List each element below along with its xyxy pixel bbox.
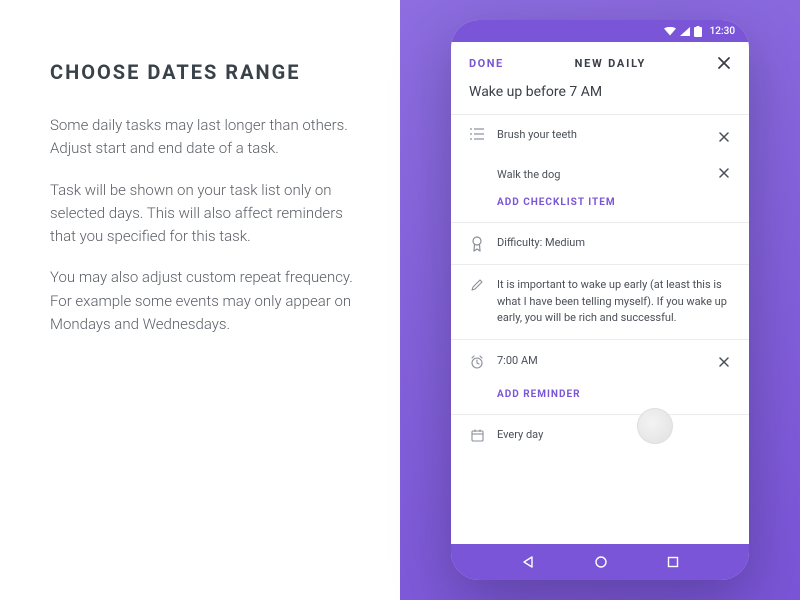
info-paragraph: Task will be shown on your task list onl…	[50, 179, 360, 249]
calendar-icon	[469, 428, 485, 442]
difficulty-label: Difficulty: Medium	[497, 235, 731, 252]
wifi-icon	[664, 27, 676, 36]
nav-recent-button[interactable]	[667, 556, 679, 568]
add-reminder-button[interactable]: ADD REMINDER	[469, 383, 731, 414]
note-section: It is important to wake up early (at lea…	[451, 265, 749, 340]
phone-frame: 12:30 DONE NEW DAILY Wake up before 7 AM…	[451, 20, 749, 580]
done-button[interactable]: DONE	[469, 57, 504, 70]
close-icon	[719, 357, 729, 367]
note-row[interactable]: It is important to wake up early (at lea…	[469, 265, 731, 339]
reminder-section: 7:00 AM ADD REMINDER	[451, 340, 749, 415]
close-icon	[719, 168, 729, 178]
square-recent-icon	[667, 556, 679, 568]
info-paragraph: Some daily tasks may last longer than ot…	[50, 114, 360, 161]
status-bar: 12:30	[451, 20, 749, 42]
remove-checklist-item-button[interactable]	[719, 127, 731, 146]
task-title-input[interactable]: Wake up before 7 AM	[451, 78, 749, 115]
nav-back-button[interactable]	[521, 555, 535, 569]
repeat-row[interactable]: Every day	[469, 415, 731, 456]
close-icon	[719, 132, 729, 142]
form-scroll[interactable]: Brush your teeth Walk the dog ADD CHECKL…	[451, 115, 749, 544]
remove-checklist-item-button[interactable]	[719, 168, 731, 181]
remove-reminder-button[interactable]	[719, 352, 731, 371]
add-checklist-item-button[interactable]: ADD CHECKLIST ITEM	[469, 191, 731, 222]
app-bar: DONE NEW DAILY	[451, 42, 749, 78]
difficulty-row[interactable]: Difficulty: Medium	[469, 223, 731, 264]
info-panel: CHOOSE DATES RANGE Some daily tasks may …	[0, 0, 400, 600]
battery-icon	[694, 26, 702, 37]
close-icon	[717, 56, 731, 70]
pencil-icon	[469, 277, 485, 291]
close-button[interactable]	[717, 56, 731, 70]
reminder-time[interactable]: 7:00 AM	[497, 353, 707, 370]
screen-title: NEW DAILY	[575, 57, 646, 70]
difficulty-section: Difficulty: Medium	[451, 223, 749, 265]
checklist-section: Brush your teeth Walk the dog ADD CHECKL…	[451, 115, 749, 223]
repeat-label: Every day	[497, 427, 731, 444]
info-paragraph: You may also adjust custom repeat freque…	[50, 266, 360, 336]
alarm-icon	[469, 354, 485, 369]
nav-home-button[interactable]	[594, 555, 608, 569]
note-text: It is important to wake up early (at lea…	[497, 277, 731, 327]
page-heading: CHOOSE DATES RANGE	[50, 60, 360, 84]
checklist-item-row: Brush your teeth	[469, 115, 731, 158]
checklist-item-label[interactable]: Brush your teeth	[497, 127, 707, 144]
triangle-back-icon	[521, 555, 535, 569]
reminder-row: 7:00 AM	[469, 340, 731, 383]
repeat-section: Every day	[451, 415, 749, 456]
touch-indicator	[637, 408, 673, 444]
signal-icon	[680, 27, 690, 36]
checklist-item-row: Walk the dog	[469, 158, 731, 191]
checklist-item-label[interactable]: Walk the dog	[497, 168, 719, 181]
phone-showcase: 12:30 DONE NEW DAILY Wake up before 7 AM…	[400, 0, 800, 600]
android-nav-bar	[451, 544, 749, 580]
medal-icon	[469, 235, 485, 252]
status-time: 12:30	[710, 26, 735, 37]
checklist-icon	[469, 127, 485, 140]
circle-home-icon	[594, 555, 608, 569]
